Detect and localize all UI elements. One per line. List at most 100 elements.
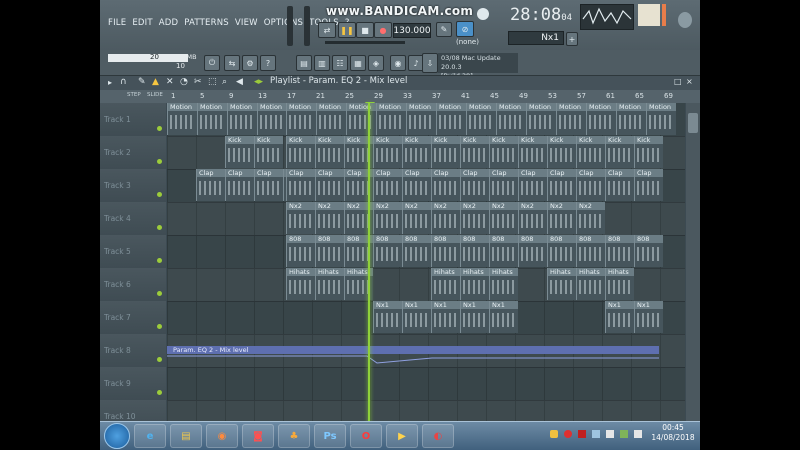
zoom-tool-icon[interactable]: ⌕ <box>222 77 227 87</box>
pattern-clip[interactable]: Kick <box>225 136 254 168</box>
pattern-clip[interactable]: Kick <box>286 136 315 168</box>
pattern-clip[interactable]: 808 <box>605 235 634 267</box>
track-mute-led[interactable] <box>157 324 162 329</box>
pattern-clip[interactable]: 808 <box>576 235 605 267</box>
pattern-clip[interactable]: Nx2 <box>402 202 431 234</box>
pattern-clip[interactable]: Nx2 <box>518 202 547 234</box>
piano-roll-icon[interactable]: ▥ <box>314 55 330 71</box>
pattern-clip[interactable]: Motion <box>197 103 227 135</box>
track-mute-led[interactable] <box>157 225 162 230</box>
pattern-clip[interactable]: Nx2 <box>489 202 518 234</box>
pattern-clip[interactable]: Clap <box>286 169 315 201</box>
slice-tool-icon[interactable]: ✂ <box>194 77 202 87</box>
tray-volume-icon[interactable] <box>634 430 642 438</box>
playlist-icon[interactable]: ▤ <box>296 55 312 71</box>
menu-options[interactable]: OPTIONS <box>264 18 303 32</box>
pattern-clip[interactable]: Nx1 <box>489 301 518 333</box>
play-button[interactable]: ❚❚ <box>338 22 356 38</box>
pattern-clip[interactable]: Kick <box>634 136 663 168</box>
pattern-clip[interactable]: Motion <box>436 103 466 135</box>
window-close-icon[interactable]: × <box>686 77 693 86</box>
track-mute-led[interactable] <box>157 159 162 164</box>
menu-file[interactable]: FILE <box>108 18 126 32</box>
select-tool-icon[interactable]: ⬚ <box>208 77 217 87</box>
pattern-clip[interactable]: Nx2 <box>431 202 460 234</box>
pattern-clip[interactable]: Motion <box>616 103 646 135</box>
pattern-clip[interactable]: Nx1 <box>634 301 663 333</box>
pattern-clip[interactable]: Hihats <box>576 268 605 300</box>
pattern-clip[interactable]: Clap <box>254 169 283 201</box>
fl-logo-icon[interactable] <box>678 12 692 28</box>
mixer-icon[interactable]: ⚙ <box>242 55 258 71</box>
photoshop-icon[interactable]: Ps <box>314 424 346 448</box>
pattern-clip[interactable]: Clap <box>431 169 460 201</box>
pattern-clip[interactable]: Motion <box>227 103 257 135</box>
fl-studio-icon[interactable]: ♣ <box>278 424 310 448</box>
power-icon[interactable]: ⏻ <box>204 55 220 71</box>
pattern-clip[interactable]: Motion <box>346 103 376 135</box>
pattern-clip[interactable]: Hihats <box>286 268 315 300</box>
pattern-clip[interactable]: Hihats <box>431 268 460 300</box>
pattern-clip[interactable]: Kick <box>489 136 518 168</box>
track-header[interactable]: Track 4 <box>100 202 166 236</box>
tray-record-icon[interactable] <box>564 430 572 438</box>
pencil-icon[interactable]: ✎ <box>436 22 452 37</box>
pattern-mode-label[interactable]: (none) <box>456 38 479 46</box>
draw-tool-icon[interactable]: ✎ <box>138 77 146 87</box>
menu-patterns[interactable]: PATTERNS <box>184 18 229 32</box>
pattern-clip[interactable]: Clap <box>518 169 547 201</box>
mute-tool-icon[interactable]: ◔ <box>180 77 188 87</box>
speaker-icon[interactable]: ◀ <box>236 77 243 87</box>
plugin-icon[interactable]: ◈ <box>368 55 384 71</box>
record-icon[interactable]: ◉ <box>390 55 406 71</box>
explorer-icon[interactable]: ▤ <box>170 424 202 448</box>
pattern-clip[interactable]: Clap <box>196 169 225 201</box>
pattern-clip[interactable]: Nx2 <box>373 202 402 234</box>
pattern-clip[interactable]: Nx1 <box>402 301 431 333</box>
pattern-clip[interactable]: 808 <box>547 235 576 267</box>
tempo-slider[interactable] <box>325 41 405 44</box>
pattern-clip[interactable]: Motion <box>167 103 197 135</box>
pattern-clip[interactable]: Nx2 <box>547 202 576 234</box>
track-header[interactable]: Track 2 <box>100 136 166 170</box>
arrow-right-icon[interactable]: ▸ <box>108 78 112 87</box>
tempo-display[interactable]: 130.000 <box>393 23 431 38</box>
snap-label[interactable]: STEP <box>127 92 141 98</box>
track-mute-led[interactable] <box>157 390 162 395</box>
pattern-clip[interactable]: Motion <box>286 103 316 135</box>
pattern-clip[interactable]: Nx2 <box>286 202 315 234</box>
tray-network-icon[interactable] <box>592 430 600 438</box>
pattern-clip[interactable]: Nx1 <box>605 301 634 333</box>
pattern-clip[interactable]: Nx2 <box>460 202 489 234</box>
pattern-clip[interactable]: Hihats <box>460 268 489 300</box>
pattern-clip[interactable]: Nx1 <box>373 301 402 333</box>
track-header[interactable]: Track 8 <box>100 334 166 368</box>
track-header[interactable]: Track 7 <box>100 301 166 335</box>
shuffle-icon[interactable]: ⇆ <box>224 55 240 71</box>
pattern-clip[interactable]: Kick <box>254 136 283 168</box>
magnet-icon[interactable]: ∩ <box>120 77 127 87</box>
pattern-clip[interactable]: Hihats <box>547 268 576 300</box>
pattern-clip[interactable]: Kick <box>373 136 402 168</box>
pattern-clip[interactable]: Clap <box>576 169 605 201</box>
pattern-clip[interactable]: Motion <box>496 103 526 135</box>
ie-icon[interactable]: e <box>134 424 166 448</box>
pattern-clip[interactable]: Motion <box>526 103 556 135</box>
pattern-clip[interactable]: Clap <box>489 169 518 201</box>
pattern-clip[interactable]: Clap <box>402 169 431 201</box>
vertical-scrollbar[interactable] <box>686 103 700 450</box>
pattern-clip[interactable]: Kick <box>402 136 431 168</box>
pattern-clip[interactable]: Motion <box>646 103 676 135</box>
taskbar-clock[interactable]: 00:45 14/08/2018 <box>650 423 696 443</box>
pattern-clip[interactable]: Motion <box>376 103 406 135</box>
track-header[interactable]: Track 5 <box>100 235 166 269</box>
vertical-scroll-thumb[interactable] <box>688 113 698 133</box>
pattern-clip[interactable]: 808 <box>373 235 402 267</box>
metronome-icon[interactable] <box>477 8 489 20</box>
pattern-clip[interactable]: Nx1 <box>460 301 489 333</box>
track-header[interactable]: Track 6 <box>100 268 166 302</box>
pattern-clip[interactable]: Nx2 <box>315 202 344 234</box>
pattern-clip[interactable]: 808 <box>402 235 431 267</box>
pattern-clip[interactable]: Kick <box>460 136 489 168</box>
add-pattern-button[interactable]: + <box>566 32 578 46</box>
